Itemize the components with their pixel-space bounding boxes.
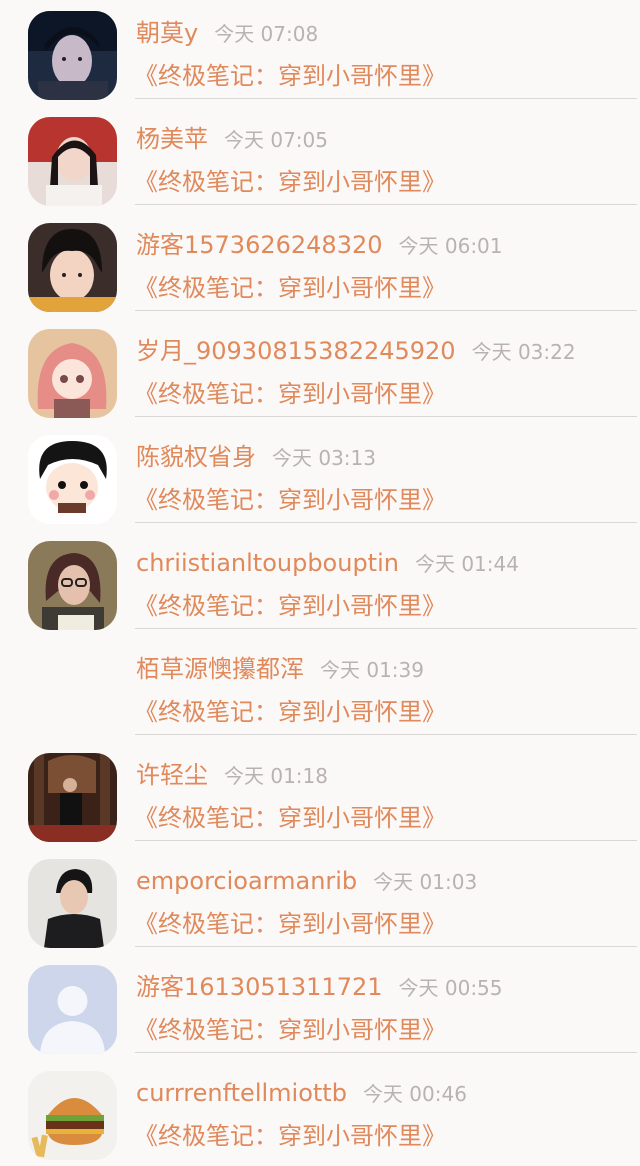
divider [135, 522, 637, 523]
comment-header: 岁月_90930815382245920 今天 03:22 [136, 334, 576, 369]
user-avatar[interactable] [28, 329, 117, 418]
username[interactable]: chriistianltoupbouptin [136, 549, 399, 577]
comment-time: 今天 07:05 [224, 128, 328, 152]
username[interactable]: 朝莫y [136, 19, 198, 47]
user-avatar[interactable] [28, 117, 117, 206]
book-title-link[interactable]: 《终极笔记：穿到小哥怀里》 [134, 58, 446, 94]
book-title-link[interactable]: 《终极笔记：穿到小哥怀里》 [134, 376, 446, 412]
divider [135, 1052, 637, 1053]
comment-feed: 朝莫y 今天 07:08 《终极笔记：穿到小哥怀里》 杨美苹 今天 07:05 《终… [0, 0, 640, 1160]
avatar-default-silhouette-icon [28, 965, 117, 1054]
user-avatar[interactable] [28, 1071, 117, 1160]
comment-header: chriistianltoupbouptin 今天 01:44 [136, 546, 519, 581]
book-title-link[interactable]: 《终极笔记：穿到小哥怀里》 [134, 588, 446, 624]
comment-row[interactable]: 岁月_90930815382245920 今天 03:22 《终极笔记：穿到小哥怀… [0, 318, 640, 424]
comment-time: 今天 03:22 [471, 340, 576, 364]
comment-row[interactable]: 游客1573626248320 今天 06:01 《终极笔记：穿到小哥怀里》 [0, 212, 640, 318]
divider [135, 416, 637, 417]
comment-row[interactable]: 栢草源懊攥都浑 今天 01:39 《终极笔记：穿到小哥怀里》 [0, 636, 640, 742]
comment-time: 今天 00:55 [398, 976, 503, 1000]
comment-time: 今天 01:18 [224, 764, 328, 788]
comment-time: 今天 03:13 [272, 446, 376, 470]
divider [135, 204, 637, 205]
comment-header: emporcioarmanrib 今天 01:03 [136, 864, 477, 899]
comment-row[interactable]: 许轻尘 今天 01:18 《终极笔记：穿到小哥怀里》 [0, 742, 640, 848]
user-avatar[interactable] [28, 11, 117, 100]
comment-row[interactable]: emporcioarmanrib 今天 01:03 《终极笔记：穿到小哥怀里》 [0, 848, 640, 954]
comment-header: 杨美苹 今天 07:05 [136, 122, 328, 157]
comment-time: 今天 01:39 [320, 658, 424, 682]
comment-header: 许轻尘 今天 01:18 [136, 758, 328, 793]
user-avatar[interactable] [28, 859, 117, 948]
username[interactable]: 栢草源懊攥都浑 [136, 655, 304, 683]
avatar-anime-pink-hair-icon [28, 329, 117, 418]
comment-row[interactable]: 朝莫y 今天 07:08 《终极笔记：穿到小哥怀里》 [0, 0, 640, 106]
comment-time: 今天 06:01 [398, 234, 503, 258]
username[interactable]: currrenftellmiottb [136, 1079, 347, 1107]
divider [135, 628, 637, 629]
comment-row[interactable]: 杨美苹 今天 07:05 《终极笔记：穿到小哥怀里》 [0, 106, 640, 212]
username[interactable]: emporcioarmanrib [136, 867, 357, 895]
username[interactable]: 陈貌权省身 [136, 443, 256, 471]
avatar-man-in-hall-icon [28, 753, 117, 842]
comment-row[interactable]: currrenftellmiottb 今天 00:46 《终极笔记：穿到小哥怀里》 [0, 1060, 640, 1166]
avatar-cartoon-boy-icon [28, 435, 117, 524]
comment-row[interactable]: 游客1613051311721 今天 00:55 《终极笔记：穿到小哥怀里》 [0, 954, 640, 1060]
comment-row[interactable]: chriistianltoupbouptin 今天 01:44 《终极笔记：穿到小… [0, 530, 640, 636]
comment-time: 今天 00:46 [362, 1082, 467, 1106]
book-title-link[interactable]: 《终极笔记：穿到小哥怀里》 [134, 906, 446, 942]
user-avatar[interactable] [28, 753, 117, 842]
book-title-link[interactable]: 《终极笔记：穿到小哥怀里》 [134, 1118, 446, 1154]
username[interactable]: 游客1573626248320 [136, 231, 383, 259]
book-title-link[interactable]: 《终极笔记：穿到小哥怀里》 [134, 270, 446, 306]
divider [135, 840, 637, 841]
book-title-link[interactable]: 《终极笔记：穿到小哥怀里》 [134, 800, 446, 836]
book-title-link[interactable]: 《终极笔记：穿到小哥怀里》 [134, 1012, 446, 1048]
avatar-woman-glasses-icon [28, 541, 117, 630]
avatar-dark-portrait-icon [28, 11, 117, 100]
comment-header: currrenftellmiottb 今天 00:46 [136, 1076, 467, 1111]
comment-header: 陈貌权省身 今天 03:13 [136, 440, 376, 475]
user-avatar[interactable] [28, 223, 117, 312]
comment-header: 游客1573626248320 今天 06:01 [136, 228, 503, 263]
user-avatar[interactable] [28, 435, 117, 524]
avatar-girl-red-scarf-icon [28, 117, 117, 206]
divider [135, 734, 637, 735]
comment-time: 今天 01:44 [414, 552, 519, 576]
divider [135, 946, 637, 947]
user-avatar[interactable] [28, 541, 117, 630]
comment-time: 今天 01:03 [373, 870, 478, 894]
user-avatar[interactable] [28, 965, 117, 1054]
username[interactable]: 杨美苹 [136, 125, 208, 153]
username[interactable]: 岁月_90930815382245920 [136, 337, 456, 365]
book-title-link[interactable]: 《终极笔记：穿到小哥怀里》 [134, 164, 446, 200]
comment-row[interactable]: 陈貌权省身 今天 03:13 《终极笔记：穿到小哥怀里》 [0, 424, 640, 530]
divider [135, 98, 637, 99]
avatar-burger-icon [28, 1071, 117, 1160]
comment-header: 游客1613051311721 今天 00:55 [136, 970, 503, 1005]
comment-header: 朝莫y 今天 07:08 [136, 16, 318, 51]
divider [135, 310, 637, 311]
book-title-link[interactable]: 《终极笔记：穿到小哥怀里》 [134, 482, 446, 518]
comment-time: 今天 07:08 [214, 22, 319, 46]
book-title-link[interactable]: 《终极笔记：穿到小哥怀里》 [134, 694, 446, 730]
username[interactable]: 游客1613051311721 [136, 973, 383, 1001]
avatar-girl-bangs-icon [28, 223, 117, 312]
username[interactable]: 许轻尘 [136, 761, 208, 789]
avatar-young-man-icon [28, 859, 117, 948]
comment-header: 栢草源懊攥都浑 今天 01:39 [136, 652, 424, 687]
